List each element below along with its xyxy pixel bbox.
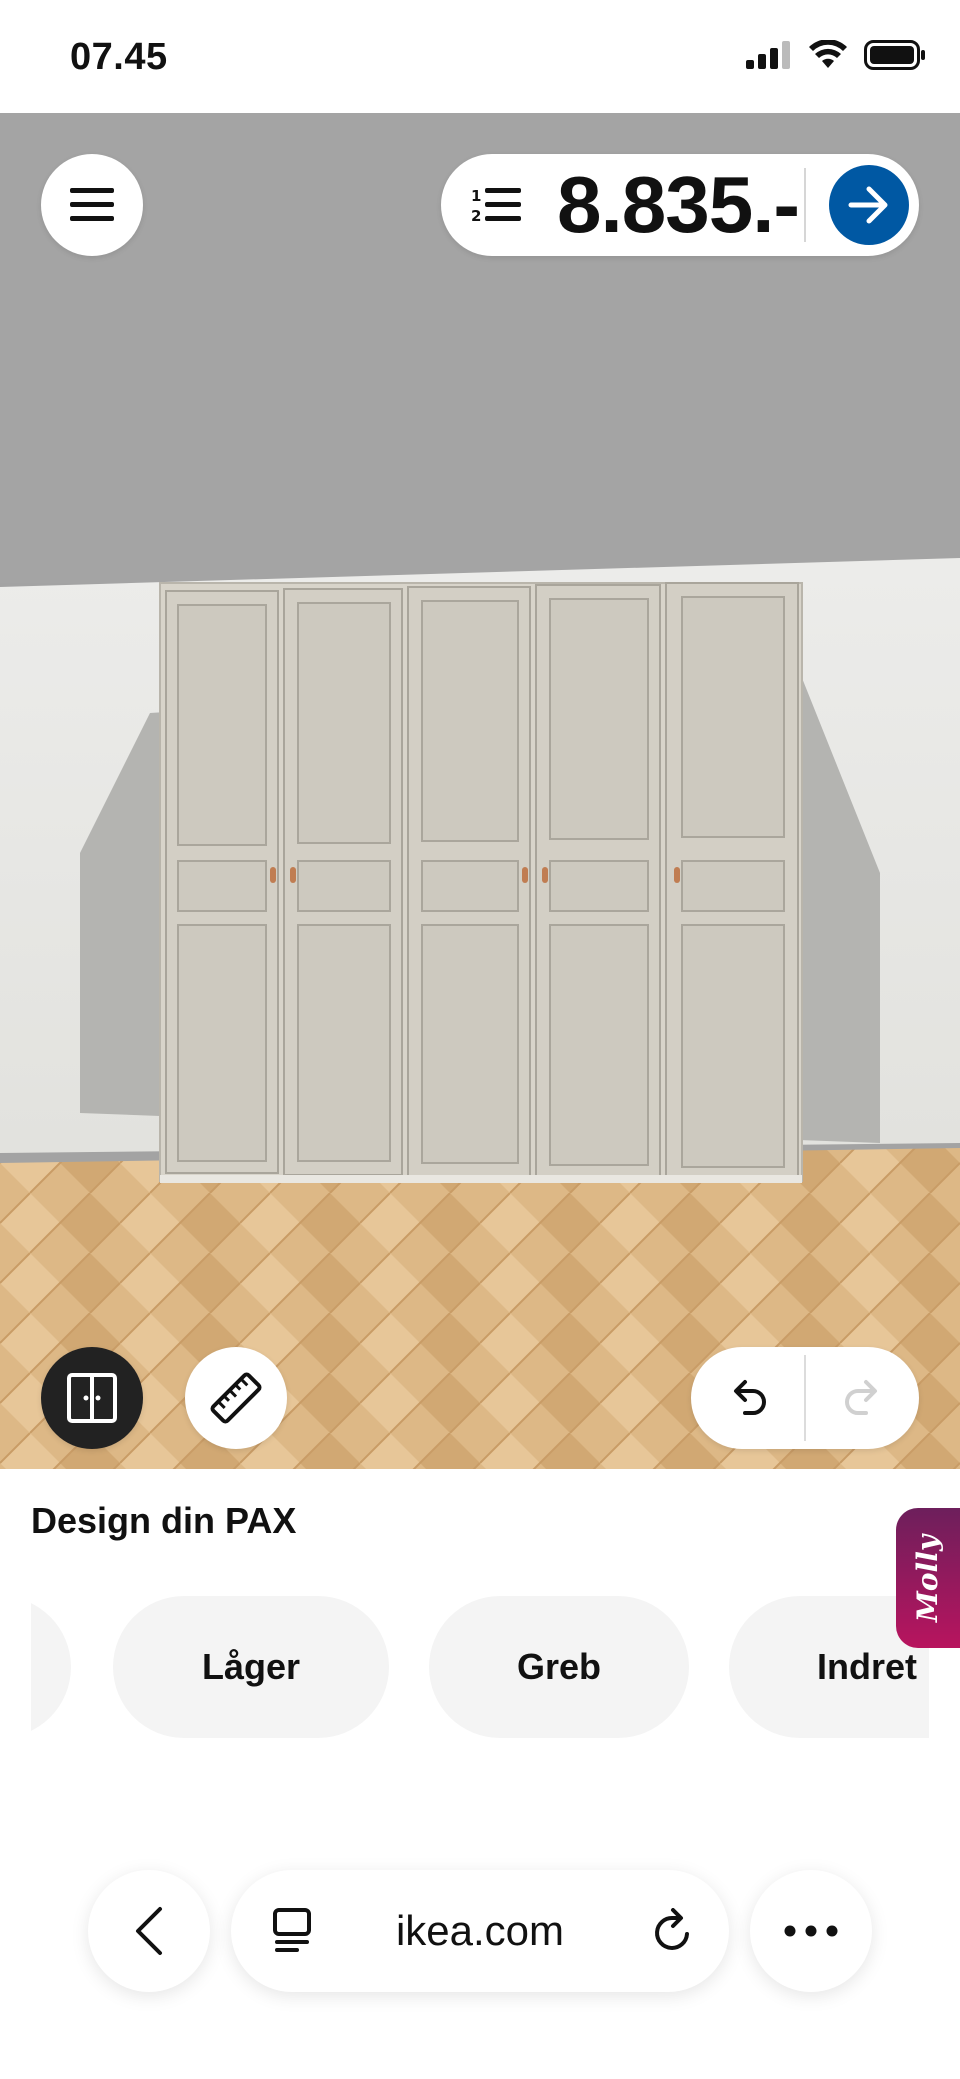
- more-dots-icon: [784, 1925, 838, 1937]
- undo-redo-group: [691, 1347, 919, 1449]
- measure-button[interactable]: [185, 1347, 287, 1449]
- category-chip-doors[interactable]: Låger: [113, 1596, 389, 1738]
- undo-icon: [733, 1380, 766, 1415]
- redo-icon: [844, 1380, 877, 1415]
- status-icons: [746, 40, 926, 70]
- wifi-icon: [809, 40, 847, 68]
- browser-toolbar: ikea.com: [0, 1800, 960, 2079]
- section-title: Design din PAX: [31, 1500, 297, 1541]
- undo-button[interactable]: [691, 1347, 804, 1449]
- status-time: 07.45: [70, 36, 168, 78]
- redo-button[interactable]: [806, 1347, 919, 1449]
- price-divider: [804, 168, 806, 242]
- molly-label: Molly: [911, 1534, 945, 1622]
- planner-3d-viewport[interactable]: 1 2 8.835.-: [0, 113, 960, 1469]
- category-chip-previous[interactable]: [31, 1596, 71, 1738]
- total-price: 8.835.-: [557, 160, 800, 249]
- numbered-list-icon[interactable]: 1 2: [467, 180, 527, 230]
- browser-back-button[interactable]: [88, 1870, 210, 1992]
- wardrobe-model[interactable]: [159, 582, 803, 1183]
- wardrobe-doors-icon: [67, 1373, 117, 1423]
- url-text: ikea.com: [395, 1907, 565, 1954]
- hamburger-menu-icon: [70, 188, 114, 221]
- menu-button[interactable]: [41, 154, 143, 256]
- chevron-left-icon: [136, 1907, 162, 1955]
- cellular-signal-icon: [746, 41, 790, 69]
- arrow-right-icon: [848, 186, 888, 224]
- battery-icon: [864, 40, 925, 70]
- checkout-button[interactable]: [829, 165, 909, 245]
- category-chip-row[interactable]: Låger Greb Indret: [31, 1596, 929, 1738]
- molly-assistant-tab[interactable]: Molly: [896, 1508, 960, 1648]
- ruler-icon: [210, 1372, 262, 1424]
- toggle-doors-button[interactable]: [41, 1347, 143, 1449]
- reload-icon[interactable]: [651, 1908, 695, 1954]
- category-chip-handles[interactable]: Greb: [429, 1596, 689, 1738]
- browser-more-button[interactable]: [750, 1870, 872, 1992]
- svg-text:1: 1: [471, 187, 481, 205]
- status-bar: 07.45: [0, 0, 960, 113]
- svg-text:2: 2: [471, 207, 481, 225]
- page-menu-icon[interactable]: [271, 1908, 315, 1954]
- address-bar[interactable]: ikea.com: [231, 1870, 729, 1992]
- room-scene[interactable]: [0, 113, 960, 1469]
- price-summary[interactable]: 1 2 8.835.-: [441, 154, 919, 256]
